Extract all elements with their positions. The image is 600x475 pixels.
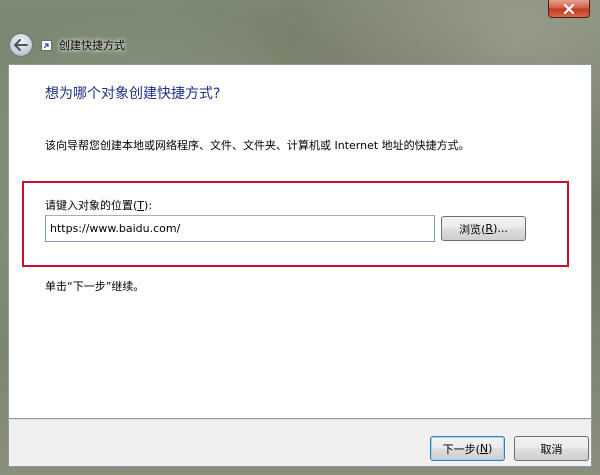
browse-label-key: R — [485, 222, 494, 235]
wizard-description: 该向导帮您创建本地或网络程序、文件、文件夹、计算机或 Internet 地址的快… — [45, 139, 470, 152]
next-label-suffix: ) — [488, 442, 493, 455]
browse-label-prefix: 浏览( — [459, 222, 486, 236]
browse-button[interactable]: 浏览(R)... — [441, 216, 526, 241]
location-label: 请键入对象的位置(T): — [45, 197, 152, 213]
next-button[interactable]: 下一步(N) — [430, 436, 505, 461]
close-button[interactable] — [548, 0, 590, 18]
cancel-button[interactable]: 取消 — [514, 436, 589, 461]
next-label-prefix: 下一步( — [442, 442, 480, 456]
back-arrow-icon — [14, 39, 28, 51]
location-label-suffix: ): — [144, 199, 153, 212]
wizard-footer: 下一步(N) 取消 — [8, 419, 592, 467]
continue-hint: 单击“下一步”继续。 — [45, 280, 145, 293]
close-icon — [563, 3, 575, 14]
page-heading: 想为哪个对象创建快捷方式? — [45, 86, 221, 102]
next-label-key: N — [479, 442, 489, 455]
location-label-prefix: 请键入对象的位置( — [45, 199, 138, 212]
shortcut-icon — [41, 40, 52, 51]
browse-label-suffix: )... — [493, 222, 508, 235]
location-input[interactable] — [45, 215, 435, 242]
window-title: 创建快捷方式 — [59, 39, 125, 52]
wizard-content: 想为哪个对象创建快捷方式? 该向导帮您创建本地或网络程序、文件、文件夹、计算机或… — [8, 64, 592, 419]
back-button[interactable] — [9, 33, 33, 57]
